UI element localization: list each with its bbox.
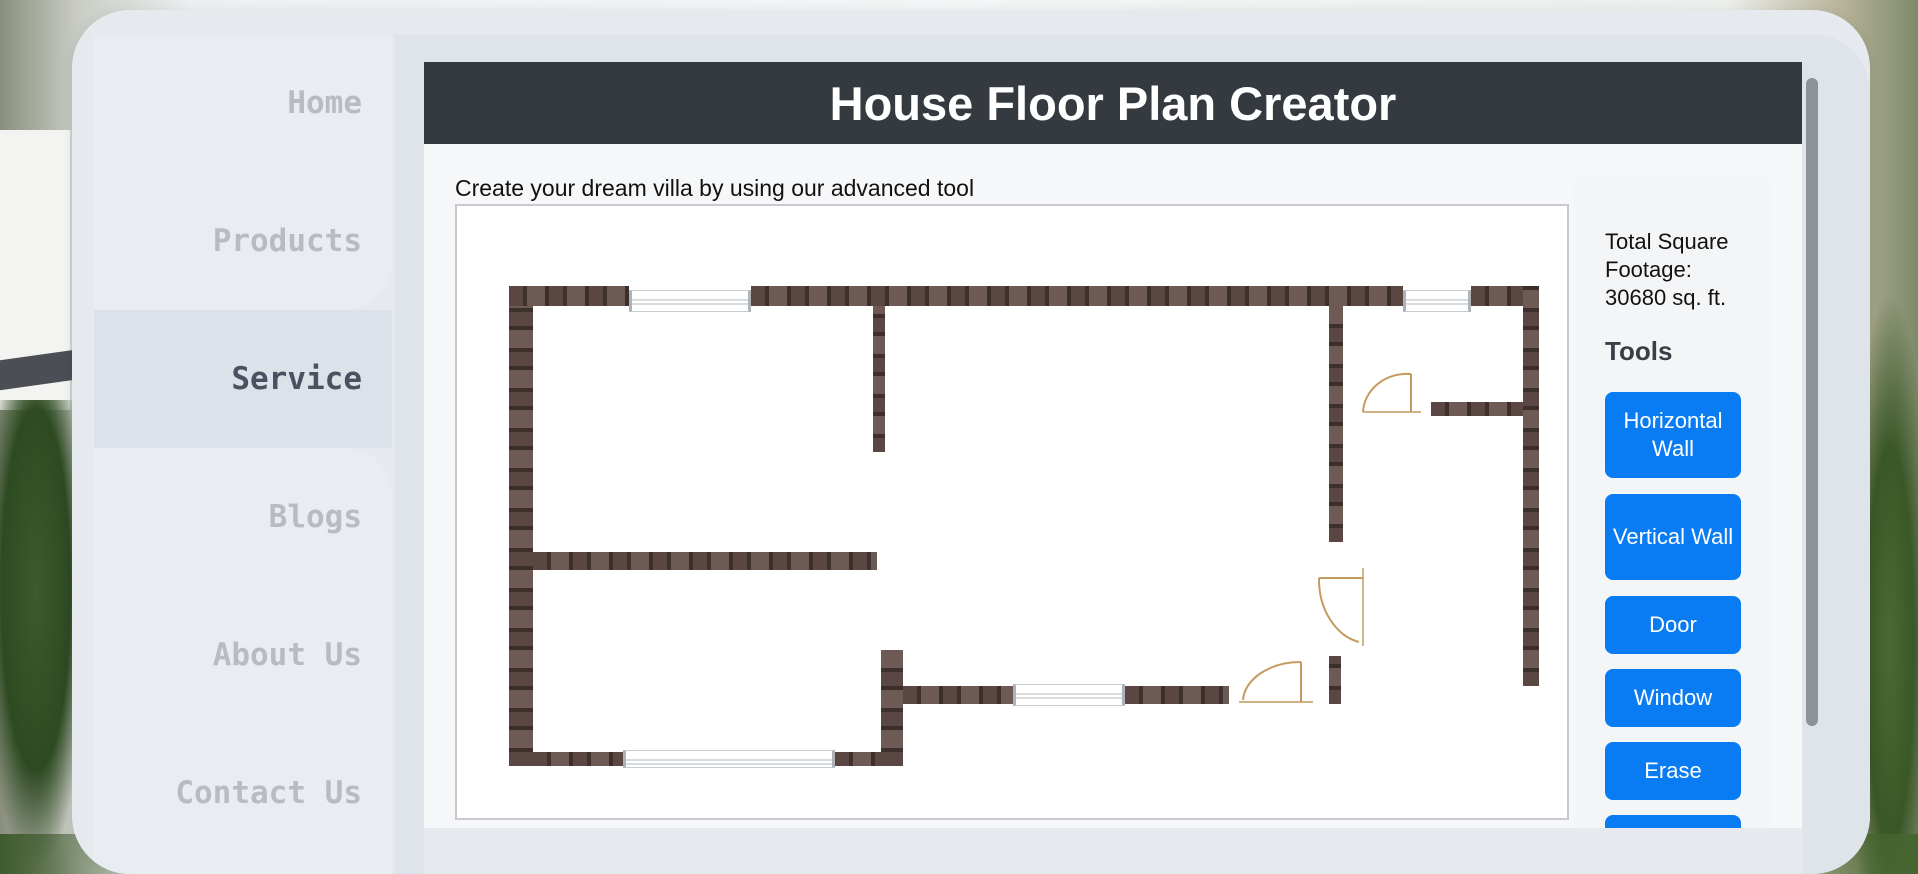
wall[interactable]	[1431, 402, 1523, 416]
window[interactable]	[623, 750, 835, 768]
nav-label: Contact Us	[175, 775, 362, 811]
nav-item-blogs[interactable]: Blogs	[94, 448, 392, 586]
nav-label: Products	[212, 223, 362, 259]
nav-item-about-us[interactable]: About Us	[94, 586, 392, 724]
nav-label: Home	[287, 85, 362, 121]
window[interactable]	[1013, 684, 1125, 706]
wall[interactable]	[533, 752, 623, 766]
wall[interactable]	[835, 752, 881, 766]
vertical-wall-button[interactable]: Vertical Wall	[1605, 494, 1741, 580]
wall[interactable]	[873, 306, 885, 452]
nav-item-home[interactable]: Home	[94, 34, 392, 172]
window[interactable]	[1403, 290, 1471, 312]
door-button[interactable]: Door	[1605, 596, 1741, 654]
wall[interactable]	[1329, 656, 1341, 704]
page-subtitle: Create your dream villa by using our adv…	[455, 175, 975, 201]
wall[interactable]	[903, 686, 1013, 704]
horizontal-wall-button[interactable]: Horizontal Wall	[1605, 392, 1741, 478]
wall[interactable]	[533, 552, 877, 570]
nav-item-service[interactable]: Service	[94, 310, 392, 448]
page-title: House Floor Plan Creator	[424, 62, 1802, 144]
panel-bottom-mask	[424, 828, 1802, 874]
square-footage-value: 30680 sq. ft.	[1605, 285, 1727, 310]
floor-plan-canvas[interactable]	[455, 204, 1569, 820]
wall[interactable]	[509, 286, 533, 766]
wall[interactable]	[1329, 306, 1343, 542]
wall[interactable]	[751, 286, 1403, 306]
wall[interactable]	[881, 650, 903, 766]
nav-item-contact-us[interactable]: Contact Us	[94, 724, 392, 862]
nav-item-products[interactable]: Products	[94, 172, 392, 310]
nav-label: Blogs	[268, 499, 362, 535]
wall[interactable]	[1125, 686, 1229, 704]
wall[interactable]	[1471, 286, 1523, 306]
door[interactable]	[1309, 566, 1373, 650]
side-nav: Home Products Service Blogs About Us Con…	[94, 34, 392, 874]
window-button[interactable]: Window	[1605, 669, 1741, 727]
nav-label: Service	[231, 361, 362, 397]
square-footage-label: Total Square Footage:	[1605, 229, 1729, 282]
tools-title: Tools	[1605, 336, 1673, 366]
square-footage: Total Square Footage: 30680 sq. ft.	[1605, 228, 1755, 312]
wall[interactable]	[509, 286, 629, 306]
door[interactable]	[1237, 658, 1317, 706]
scrollbar[interactable]	[1806, 78, 1818, 726]
nav-label: About Us	[212, 637, 362, 673]
door[interactable]	[1359, 372, 1425, 418]
erase-button[interactable]: Erase	[1605, 742, 1741, 800]
window[interactable]	[629, 290, 751, 312]
wall[interactable]	[1523, 286, 1539, 686]
tools-sidebar: Total Square Footage: 30680 sq. ft. Tool…	[1574, 176, 1770, 873]
